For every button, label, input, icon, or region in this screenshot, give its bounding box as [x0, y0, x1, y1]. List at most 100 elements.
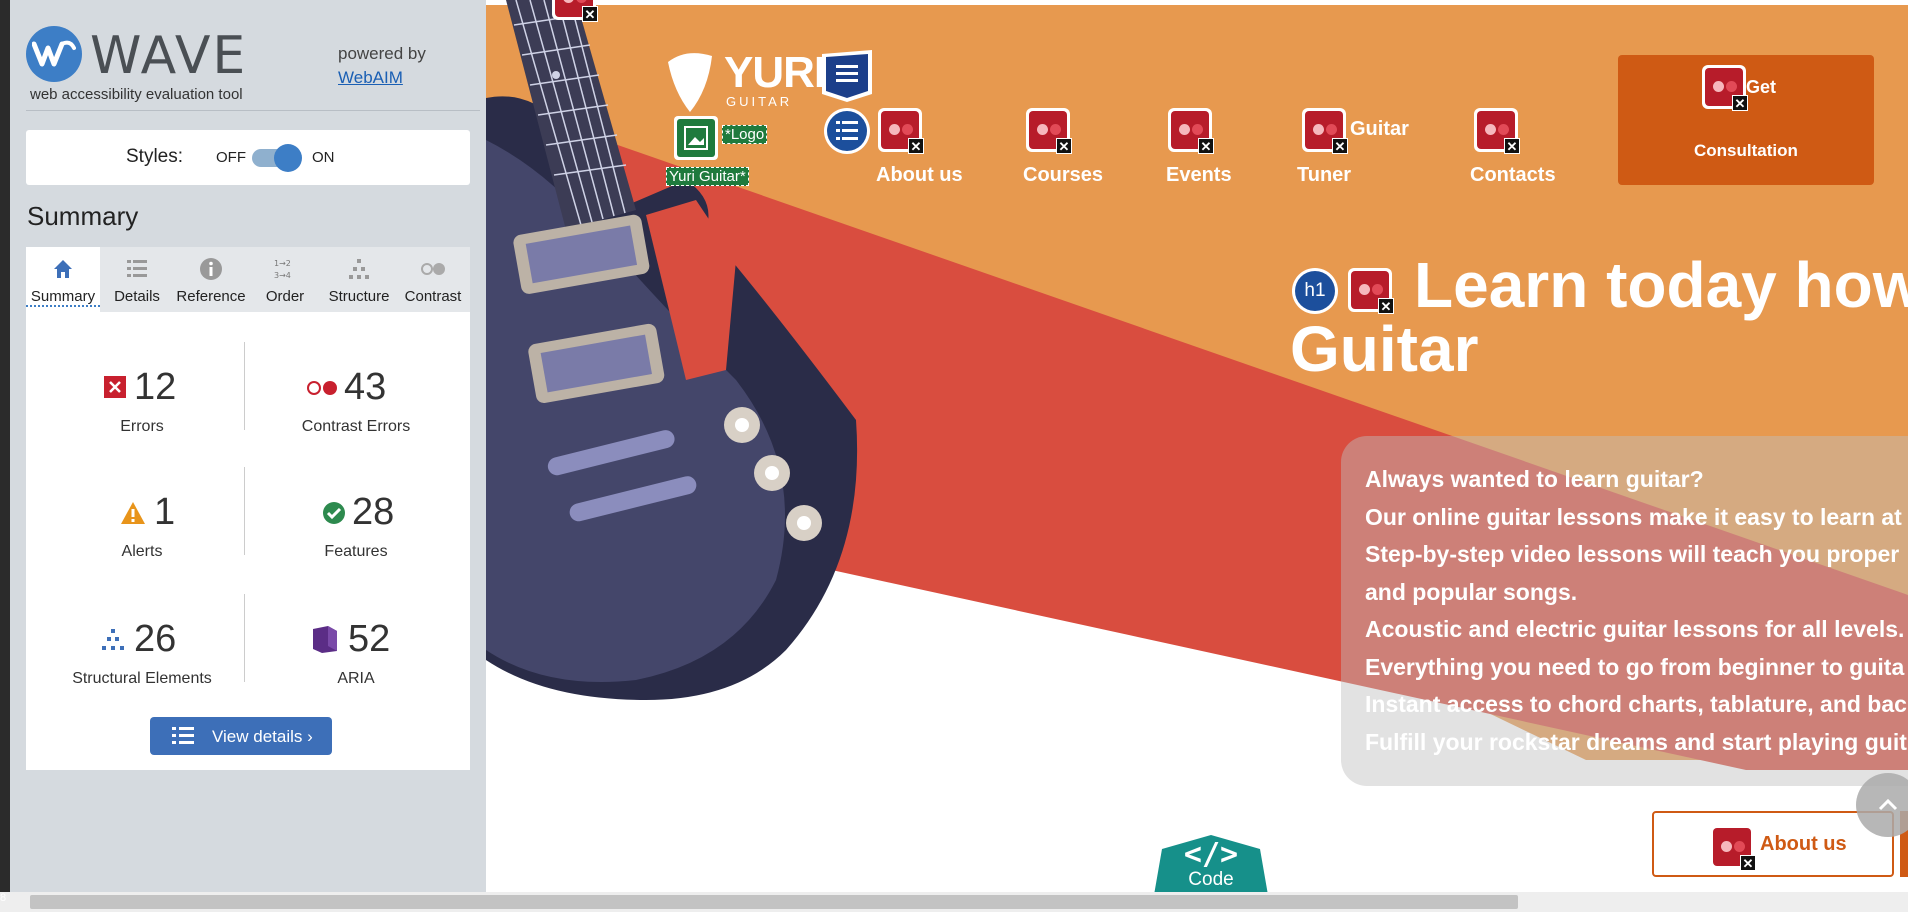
get-consultation-button[interactable]: ✕ Get Consultation [1618, 55, 1874, 185]
wave-sidebar: WAVE web accessibility evaluation tool p… [10, 0, 486, 912]
site-logo-text[interactable]: YURI [724, 48, 826, 98]
error-icon [104, 376, 126, 398]
site-logo-sub: GUITAR [726, 94, 793, 109]
contrast-icon [421, 263, 445, 275]
error-icon[interactable]: ✕ [1026, 108, 1072, 154]
stat-structural-elements[interactable]: 26 Structural Elements [42, 618, 242, 718]
wave-brand: WAVE [90, 26, 248, 86]
error-icon[interactable]: ✕ [1702, 65, 1748, 111]
webaim-link[interactable]: WebAIM [338, 68, 403, 88]
intro-line: Our online guitar lessons make it easy t… [1365, 504, 1902, 530]
hero-line2: Guitar [1290, 313, 1479, 385]
styles-toggle-card: Styles: OFF ON [26, 130, 470, 185]
intro-line: Acoustic and electric guitar lessons for… [1365, 616, 1905, 642]
scrollbar-thumb[interactable] [30, 895, 1518, 909]
list-icon [127, 260, 147, 277]
summary-heading: Summary [27, 201, 139, 231]
stat-aria[interactable]: 52 ARIA [256, 618, 456, 718]
structural-count: 26 [134, 618, 177, 660]
styles-off-label: OFF [216, 149, 246, 166]
view-details-label: View details › [212, 727, 313, 746]
styles-label: Styles: [126, 146, 184, 167]
structure-icon [102, 629, 124, 650]
nav-courses[interactable]: Courses [1023, 164, 1103, 187]
nav-events[interactable]: Events [1166, 164, 1232, 187]
styles-toggle-knob[interactable] [274, 144, 302, 172]
error-icon[interactable]: ✕ [1302, 108, 1348, 154]
error-icon[interactable]: ✕ [1348, 268, 1394, 314]
tab-details[interactable]: Details [100, 247, 174, 312]
scroll-to-top-button[interactable] [1856, 773, 1908, 837]
corner-label: 8 [0, 892, 7, 904]
code-view-tab[interactable]: </> Code [1154, 835, 1268, 892]
h1-icon[interactable]: h1 [1292, 268, 1338, 314]
linked-image-icon[interactable] [674, 116, 718, 160]
powered-by-label: powered by [338, 44, 426, 63]
nav-about-us[interactable]: About us [876, 164, 963, 187]
divider [244, 342, 245, 430]
tab-label: Details [114, 288, 160, 305]
aria-count: 52 [348, 618, 391, 660]
website-viewport: ✕ YURI GUITAR *Logo Yuri Guitar* ✕ About… [486, 0, 1908, 892]
code-tab-label: Code [1188, 869, 1234, 890]
tab-label: Structure [328, 288, 390, 305]
stat-errors[interactable]: 12 Errors [42, 366, 242, 466]
nav-contacts[interactable]: Contacts [1470, 164, 1556, 187]
tab-contrast[interactable]: Contrast [396, 247, 470, 312]
contrast-errors-count: 43 [344, 366, 387, 408]
structure-icon [349, 259, 369, 279]
intro-box: Always wanted to learn guitar? Our onlin… [1341, 436, 1908, 786]
error-icon[interactable]: ✕ [1168, 108, 1214, 154]
divider [244, 594, 245, 682]
cta-line2: Consultation [1694, 141, 1798, 160]
tab-summary[interactable]: Summary [26, 247, 100, 312]
features-count: 28 [352, 491, 395, 533]
structural-label: Structural Elements [72, 670, 212, 687]
intro-line: Instant access to chord charts, tablatur… [1365, 691, 1907, 717]
tab-order[interactable]: 1→2 3→4 Order [248, 247, 322, 312]
error-icon[interactable]: ✕ [1474, 108, 1520, 154]
stat-alerts[interactable]: 1 Alerts [42, 491, 242, 591]
svg-text:1→2: 1→2 [274, 259, 291, 268]
divider [244, 467, 245, 555]
info-icon [200, 258, 222, 280]
styles-on-label: ON [312, 149, 335, 166]
tab-label: Order [265, 288, 305, 305]
tab-label: Contrast [404, 288, 462, 305]
nav-tuner-top[interactable]: Guitar [1350, 118, 1409, 141]
errors-count: 12 [134, 366, 177, 408]
aria-icon[interactable] [822, 50, 872, 102]
about-us-label: About us [1760, 833, 1847, 855]
alerts-count: 1 [154, 491, 176, 533]
error-icon[interactable]: ✕ [1710, 825, 1756, 871]
intro-line: Everything you need to go from beginner … [1365, 654, 1905, 680]
wave-logo-icon [26, 26, 82, 82]
stat-contrast-errors[interactable]: 43 Contrast Errors [256, 366, 456, 466]
code-icon: </> [1183, 837, 1239, 872]
list-structure-icon[interactable] [824, 108, 870, 154]
aria-icon [313, 626, 337, 653]
home-icon [54, 260, 72, 278]
wave-tabs: Summary Details Reference 1→2 3→4 Order S… [26, 247, 470, 312]
order-icon: 1→23→4 [274, 259, 291, 280]
error-icon[interactable]: ✕ [552, 0, 598, 22]
stat-features[interactable]: 28 Features [256, 491, 456, 591]
intro-line: Step-by-step video lessons will teach yo… [1365, 541, 1900, 567]
alerts-label: Alerts [121, 543, 163, 560]
nav-tuner[interactable]: Tuner [1297, 164, 1351, 187]
divider [26, 110, 480, 111]
summary-panel: 12 Errors 43 Contrast Errors 1 Alerts 28 [26, 312, 470, 770]
errors-label: Errors [120, 418, 164, 435]
tab-reference[interactable]: Reference [174, 247, 248, 312]
features-label: Features [324, 543, 388, 560]
error-icon[interactable]: ✕ [878, 108, 924, 154]
tab-structure[interactable]: Structure [322, 247, 396, 312]
logo-link-text: Yuri Guitar* [666, 167, 749, 186]
svg-text:3→4: 3→4 [274, 271, 291, 280]
wave-tagline: web accessibility evaluation tool [30, 86, 243, 103]
cta-line1: Get [1746, 77, 1777, 97]
view-details-button[interactable]: View details › [150, 717, 332, 755]
contrast-error-icon [307, 381, 337, 395]
logo-alt-text: *Logo [722, 125, 768, 144]
h1-badge: h1 [1295, 271, 1335, 311]
